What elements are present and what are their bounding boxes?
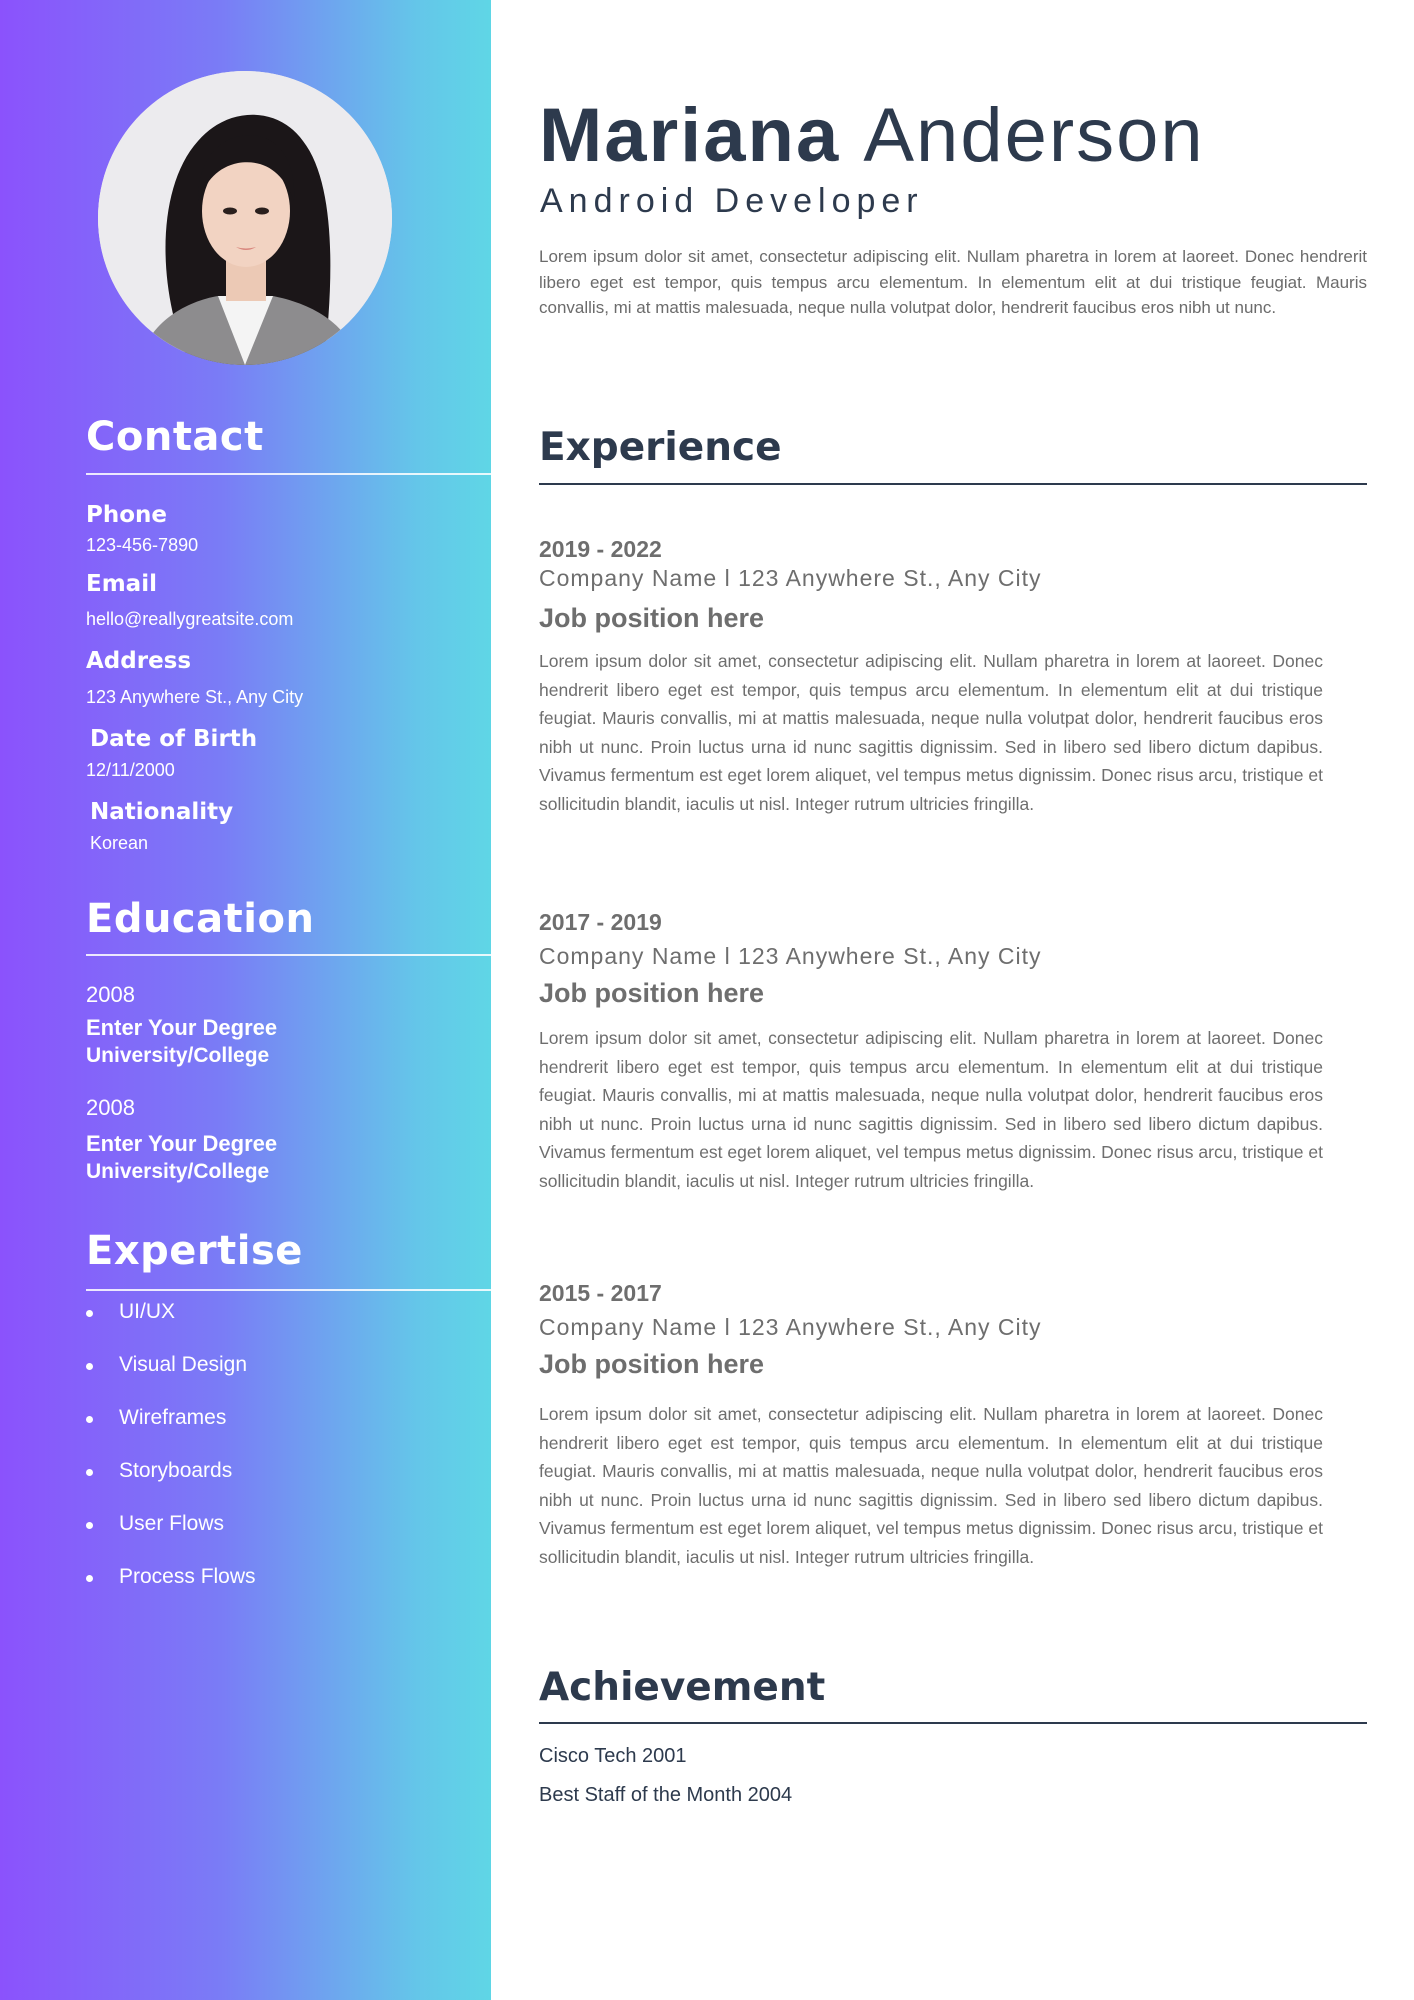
job-position: Job position here bbox=[539, 978, 765, 1008]
expertise-label: Storyboards bbox=[119, 1459, 233, 1482]
bullet-icon bbox=[86, 1310, 93, 1317]
resume-page: Contact Phone 123-456-7890 Email hello@r… bbox=[0, 0, 1414, 2000]
education-degree: Enter Your Degree bbox=[86, 1131, 278, 1156]
expertise-item: Process Flows bbox=[86, 1565, 256, 1618]
profile-summary: Lorem ipsum dolor sit amet, consectetur … bbox=[539, 247, 1367, 317]
expertise-item: Wireframes bbox=[86, 1406, 256, 1459]
job-company: Company Name l 123 Anywhere St., Any Cit… bbox=[539, 565, 1042, 591]
bullet-icon bbox=[86, 1363, 93, 1370]
education-year: 2008 bbox=[86, 1095, 135, 1120]
expertise-label: User Flows bbox=[119, 1512, 225, 1535]
bullet-icon bbox=[86, 1416, 93, 1423]
education-year: 2008 bbox=[86, 982, 135, 1007]
contact-divider bbox=[86, 473, 491, 475]
experience-heading: Experience bbox=[539, 425, 782, 470]
expertise-label: Wireframes bbox=[119, 1406, 227, 1429]
education-school: University/College bbox=[86, 1044, 270, 1067]
expertise-label: UI/UX bbox=[119, 1300, 176, 1323]
job-description: Lorem ipsum dolor sit amet, consectetur … bbox=[539, 651, 1323, 814]
achievement-item: Best Staff of the Month 2004 bbox=[539, 1784, 793, 1806]
expertise-item: Storyboards bbox=[86, 1459, 256, 1512]
expertise-item: UI/UX bbox=[86, 1300, 256, 1353]
expertise-label: Visual Design bbox=[119, 1353, 248, 1376]
job-company: Company Name l 123 Anywhere St., Any Cit… bbox=[539, 1314, 1042, 1340]
nationality-label: Nationality bbox=[90, 799, 234, 825]
education-divider bbox=[86, 954, 491, 956]
achievement-heading: Achievement bbox=[539, 1665, 826, 1710]
education-heading: Education bbox=[86, 896, 315, 942]
expertise-heading: Expertise bbox=[86, 1228, 303, 1274]
portrait-image bbox=[98, 71, 392, 365]
education-degree: Enter Your Degree bbox=[86, 1015, 278, 1040]
achievement-divider bbox=[539, 1722, 1367, 1724]
bullet-icon bbox=[86, 1522, 93, 1529]
profile-photo bbox=[98, 71, 392, 365]
bullet-icon bbox=[86, 1469, 93, 1476]
address-label: Address bbox=[86, 648, 192, 674]
job-years: 2015 - 2017 bbox=[539, 1280, 662, 1306]
phone-label: Phone bbox=[86, 502, 168, 528]
education-school: University/College bbox=[86, 1160, 270, 1183]
job-description: Lorem ipsum dolor sit amet, consectetur … bbox=[539, 1404, 1323, 1567]
job-position: Job position here bbox=[539, 1349, 765, 1379]
job-years: 2019 - 2022 bbox=[539, 536, 662, 562]
achievement-item: Cisco Tech 2001 bbox=[539, 1745, 687, 1767]
phone-value: 123-456-7890 bbox=[86, 535, 199, 555]
sidebar: Contact Phone 123-456-7890 Email hello@r… bbox=[0, 0, 491, 2000]
job-title: Android Developer bbox=[540, 182, 924, 220]
expertise-item: User Flows bbox=[86, 1512, 256, 1565]
expertise-item: Visual Design bbox=[86, 1353, 256, 1406]
job-position: Job position here bbox=[539, 603, 765, 633]
dob-value: 12/11/2000 bbox=[86, 760, 175, 780]
expertise-list: UI/UX Visual Design Wireframes Storyboar… bbox=[86, 1300, 256, 1618]
bullet-icon bbox=[86, 1575, 93, 1582]
contact-heading: Contact bbox=[86, 414, 264, 460]
first-name: Mariana bbox=[539, 93, 841, 178]
last-name: Anderson bbox=[863, 93, 1205, 178]
dob-label: Date of Birth bbox=[90, 726, 258, 752]
expertise-label: Process Flows bbox=[119, 1565, 256, 1588]
address-value: 123 Anywhere St., Any City bbox=[86, 687, 304, 707]
email-label: Email bbox=[86, 571, 157, 597]
expertise-divider bbox=[86, 1289, 491, 1291]
email-value: hello@reallygreatsite.com bbox=[86, 609, 294, 629]
full-name: Mariana Anderson bbox=[539, 92, 1205, 179]
job-company: Company Name l 123 Anywhere St., Any Cit… bbox=[539, 943, 1042, 969]
experience-divider bbox=[539, 483, 1367, 485]
nationality-value: Korean bbox=[90, 833, 149, 853]
job-description: Lorem ipsum dolor sit amet, consectetur … bbox=[539, 1028, 1323, 1191]
job-years: 2017 - 2019 bbox=[539, 909, 662, 935]
